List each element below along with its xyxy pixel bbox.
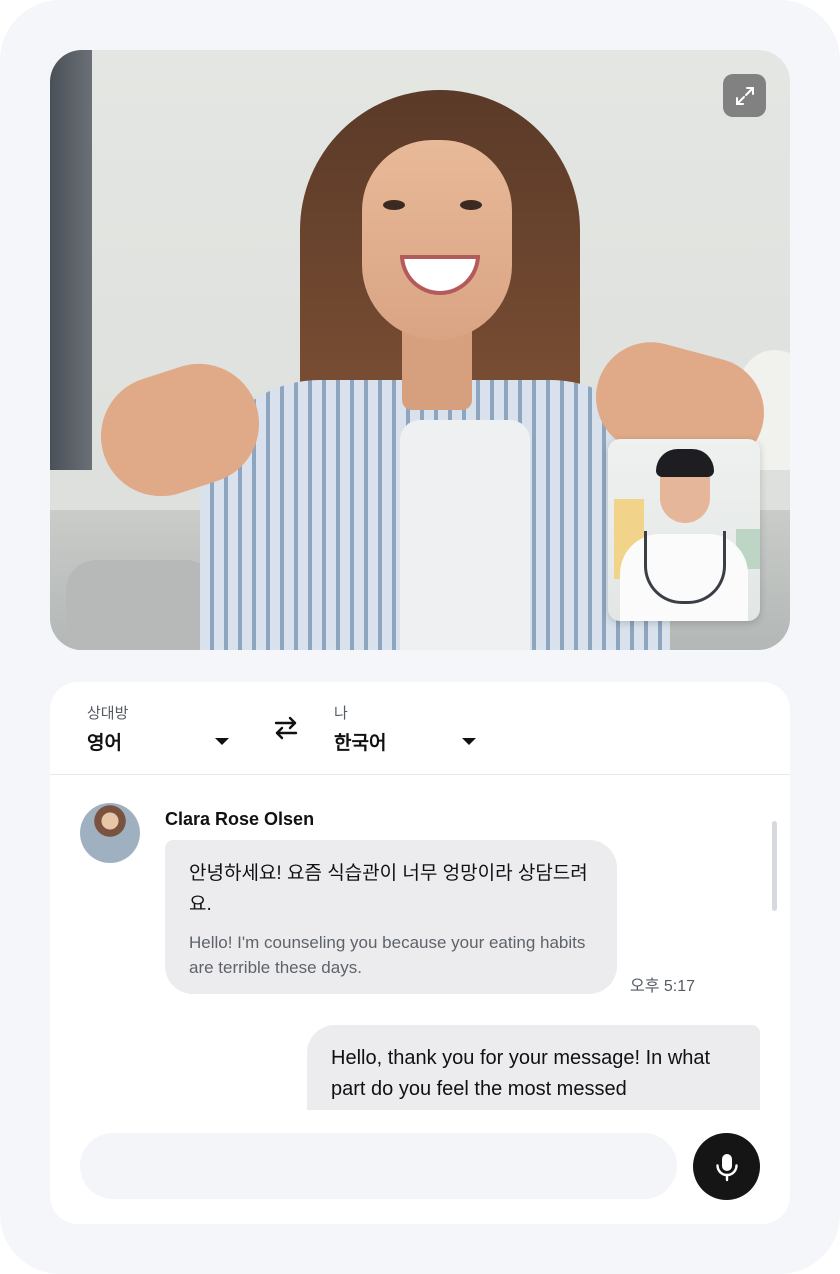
chevron-down-icon (215, 738, 229, 745)
swap-arrows-icon (274, 716, 298, 740)
self-video-pip[interactable] (608, 439, 760, 621)
message-list-scrollbar[interactable] (772, 821, 777, 911)
incoming-message-bubble[interactable]: 안녕하세요! 요즘 식습관이 너무 엉망이라 상담드려요. Hello! I'm… (165, 840, 617, 994)
expand-icon (735, 86, 754, 105)
doctor-hair (656, 449, 714, 477)
partner-language-select[interactable]: 상대방 영어 (87, 702, 237, 755)
outgoing-message-bubble[interactable]: Hello, thank you for your message! In wh… (307, 1025, 760, 1110)
remote-person-eye (460, 200, 482, 210)
message-timestamp: 오후 5:17 (630, 978, 696, 995)
video-background-window (50, 50, 92, 470)
my-language-caption: 나 (334, 705, 348, 722)
language-selector-bar: 상대방 영어 나 한국어 (50, 682, 790, 775)
sender-name: Clara Rose Olsen (165, 809, 315, 829)
remote-person-face (362, 140, 512, 340)
avatar[interactable] (80, 803, 140, 863)
microphone-button[interactable] (693, 1133, 760, 1200)
message-input[interactable] (80, 1133, 677, 1199)
composer (50, 1122, 790, 1202)
remote-video[interactable] (50, 50, 790, 650)
chevron-down-icon (462, 738, 476, 745)
app-frame: 상대방 영어 나 한국어 Clara Rose Olsen 안녕하세요! 요즘 … (0, 0, 840, 1274)
partner-language-caption: 상대방 (87, 705, 129, 722)
stethoscope (644, 531, 726, 604)
remote-person-tshirt (400, 420, 530, 650)
video-background-pillow (66, 560, 216, 650)
chat-panel: 상대방 영어 나 한국어 Clara Rose Olsen 안녕하세요! 요즘 … (50, 682, 790, 1224)
microphone-icon (715, 1153, 738, 1181)
my-language-select[interactable]: 나 한국어 (334, 702, 484, 755)
message-translation-text: Hello! I'm counseling you because your e… (189, 933, 586, 977)
remote-person-eye (383, 200, 405, 210)
message-list[interactable]: Clara Rose Olsen 안녕하세요! 요즘 식습관이 너무 엉망이라 … (50, 775, 790, 1110)
message-original-text: 안녕하세요! 요즘 식습관이 너무 엉망이라 상담드려요. (189, 863, 588, 915)
fullscreen-button[interactable] (723, 74, 766, 117)
swap-languages-button[interactable] (270, 712, 302, 744)
